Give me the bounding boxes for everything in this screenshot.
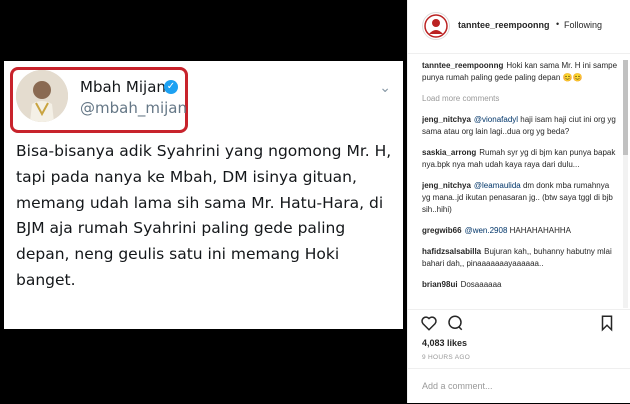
- tweet-display-name: Mbah Mijan: [80, 78, 166, 96]
- comment-username[interactable]: jeng_nitchya: [422, 181, 471, 190]
- comment-mention[interactable]: @wen.2908: [465, 226, 508, 235]
- add-comment-input[interactable]: Add a comment...: [422, 381, 493, 391]
- likes-count[interactable]: 4,083 likes: [422, 338, 467, 348]
- comments-list[interactable]: tanntee_reempoonng Hoki kan sama Mr. H in…: [422, 60, 618, 310]
- comment-mention[interactable]: @vionafadyl: [474, 115, 518, 124]
- comment-username[interactable]: jeng_nitchya: [422, 115, 471, 124]
- comment-item: jeng_nitchya @leamaulida dm donk mba ruma…: [422, 180, 618, 216]
- tweet-screenshot: Mbah Mijan ✓ @mbah_mijan ⌄ Bisa-bisanya …: [4, 61, 403, 329]
- comment-mention[interactable]: @leamaulida: [474, 181, 521, 190]
- comment-item: hafidzsalsabilla Bujuran kah,, buhanny ha…: [422, 246, 618, 270]
- user-avatar[interactable]: [422, 12, 450, 40]
- load-more-comments-link[interactable]: Load more comments: [422, 93, 618, 105]
- bookmark-icon[interactable]: [598, 314, 616, 332]
- caption: tanntee_reempoonng Hoki kan sama Mr. H in…: [422, 60, 618, 84]
- comment-text: Dosaaaaaa: [460, 280, 502, 289]
- caption-username[interactable]: tanntee_reempoonng: [422, 61, 503, 70]
- follow-separator: •: [556, 19, 560, 29]
- username-link[interactable]: tanntee_reempoonng: [458, 20, 550, 30]
- comment-item: brian98ui Dosaaaaaa: [422, 279, 618, 291]
- scrollbar-thumb[interactable]: [623, 60, 628, 155]
- comment-text: HAHAHAHAHHA: [507, 226, 571, 235]
- following-button[interactable]: Following: [564, 20, 602, 30]
- comment-username[interactable]: gregwib66: [422, 226, 462, 235]
- comment-username[interactable]: saskia_arrong: [422, 148, 476, 157]
- comment-item: gregwib66 @wen.2908 HAHAHAHAHHA: [422, 225, 618, 237]
- chevron-down-icon: ⌄: [379, 79, 391, 95]
- heart-icon[interactable]: [420, 314, 438, 332]
- comment-box: Add a comment...: [408, 368, 630, 404]
- comment-icon[interactable]: [446, 314, 464, 332]
- tweet-handle: @mbah_mijan: [80, 99, 187, 117]
- post-media: Mbah Mijan ✓ @mbah_mijan ⌄ Bisa-bisanya …: [0, 0, 407, 403]
- comment-username[interactable]: brian98ui: [422, 280, 458, 289]
- action-bar: [408, 309, 630, 334]
- comment-username[interactable]: hafidzsalsabilla: [422, 247, 481, 256]
- post-sidebar: tanntee_reempoonng • Following tanntee_r…: [407, 0, 630, 403]
- tweet-text: Bisa-bisanya adik Syahrini yang ngomong …: [16, 142, 392, 289]
- comment-item: jeng_nitchya @vionafadyl haji isam haji c…: [422, 114, 618, 138]
- verified-badge-icon: ✓: [164, 80, 178, 94]
- comment-item: saskia_arrong Rumah syr yg di bjm kan pun…: [422, 147, 618, 171]
- comments-scrollbar[interactable]: [623, 60, 628, 308]
- post-header: tanntee_reempoonng • Following: [408, 0, 630, 54]
- post-time: 9 HOURS AGO: [422, 354, 471, 361]
